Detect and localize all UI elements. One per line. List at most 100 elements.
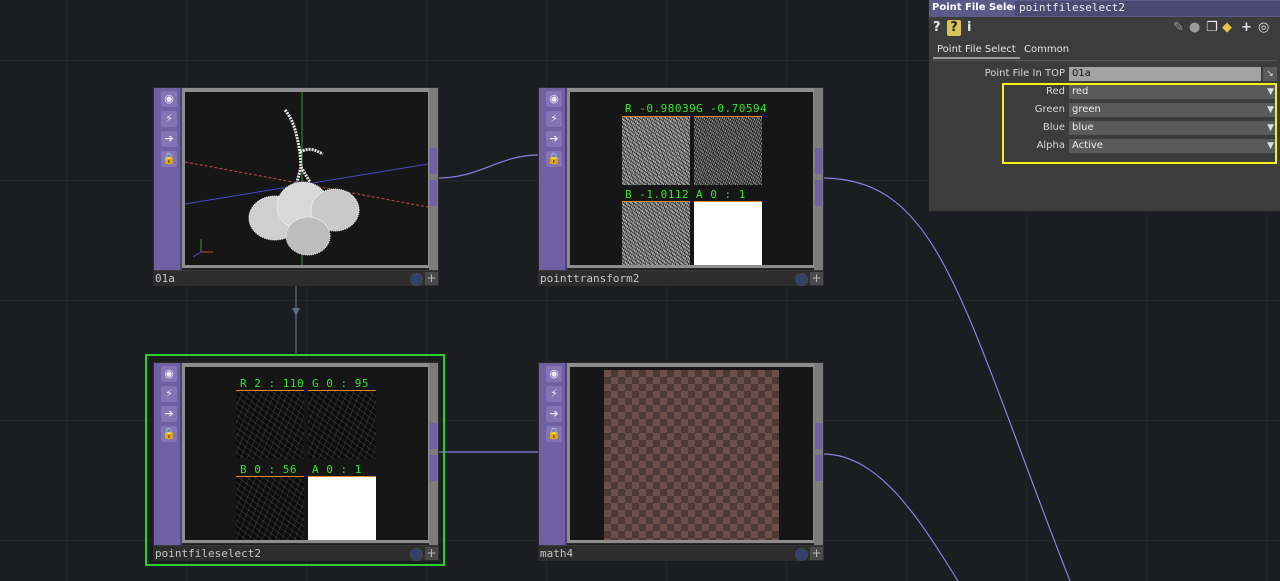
node-viewer[interactable]: ◉ ⚡ ➔ 🔒 <box>538 362 824 545</box>
channel-r-label: R -0.98039 <box>625 102 697 115</box>
node-name: 01a <box>155 272 175 285</box>
bypass-flag-icon[interactable]: ⚡ <box>161 111 177 127</box>
target-icon[interactable]: ◎ <box>1258 20 1269 36</box>
node-label-bar[interactable]: math4 + <box>538 545 824 561</box>
param-point-file-in-top: Point File In TOP 01a ↘ <box>929 66 1280 82</box>
lock-flag-icon[interactable]: 🔒 <box>161 151 177 167</box>
python-icon[interactable]: ◆ <box>1222 20 1232 36</box>
node-01a[interactable]: ◉ ⚡ ➔ 🔒 01a + <box>153 87 439 287</box>
node-flags: ◉ ⚡ ➔ 🔒 <box>154 88 182 270</box>
output-port[interactable] <box>430 148 437 174</box>
lock-flag-icon[interactable]: 🔒 <box>546 151 562 167</box>
parameter-tabs: Point File Select Common <box>929 42 1280 60</box>
node-label-bar[interactable]: pointtransform2 + <box>538 270 824 286</box>
wire-arrow <box>292 308 300 316</box>
add-icon[interactable]: + <box>425 272 438 285</box>
parameter-panel: Point File Select pointfileselect2 ? ? i… <box>928 0 1280 212</box>
viewer-toggle-icon[interactable] <box>410 548 423 561</box>
node-output-bar <box>429 88 438 270</box>
add-icon[interactable]: + <box>425 547 438 560</box>
node-math4[interactable]: ◉ ⚡ ➔ 🔒 math4 + <box>538 362 824 562</box>
output-port[interactable] <box>815 180 822 206</box>
operator-picker-icon[interactable]: ↘ <box>1263 67 1277 81</box>
tab-divider <box>933 60 1277 61</box>
channel-a-label: A 0 : 1 <box>312 463 362 476</box>
channel-a-preview <box>694 201 762 265</box>
lock-flag-icon[interactable]: 🔒 <box>546 426 562 442</box>
node-channel-preview: R 2 : 110 G 0 : 95 B 0 : 56 A 0 : 1 <box>185 367 428 540</box>
comment-icon[interactable]: ● <box>1189 20 1200 36</box>
node-viewer[interactable]: ◉ ⚡ ➔ 🔒 R -0.98039 G -0.70594 B -1.0112 … <box>538 87 824 270</box>
export-flag-icon[interactable]: ➔ <box>546 131 562 147</box>
node-viewer[interactable]: ◉ ⚡ ➔ 🔒 R 2 : 110 G 0 : 95 B 0 : 56 A 0 … <box>153 362 439 545</box>
output-port[interactable] <box>815 423 822 449</box>
export-flag-icon[interactable]: ➔ <box>161 406 177 422</box>
node-output-bar <box>814 88 823 270</box>
channel-b-label: B 0 : 56 <box>240 463 297 476</box>
viewer-toggle-icon[interactable] <box>795 548 808 561</box>
bypass-flag-icon[interactable]: ⚡ <box>546 386 562 402</box>
node-label-bar[interactable]: 01a + <box>153 270 439 286</box>
channel-b-preview <box>622 201 690 265</box>
node-output-bar <box>814 363 823 545</box>
node-output-bar <box>429 363 438 545</box>
channel-a-preview <box>308 476 376 540</box>
channel-g-preview <box>308 390 376 459</box>
tab-common[interactable]: Common <box>1024 44 1069 55</box>
viewer-active-flag-icon[interactable]: ◉ <box>161 91 177 107</box>
copy-icon[interactable]: ❐ <box>1206 20 1218 36</box>
viewer-toggle-icon[interactable] <box>795 273 808 286</box>
node-preview-3d <box>185 92 428 265</box>
channel-g-label: G -0.70594 <box>696 102 768 115</box>
help-icon[interactable]: ? <box>933 20 941 36</box>
wire-pointtransform2-out <box>823 177 1071 581</box>
viewer-toggle-icon[interactable] <box>410 273 423 286</box>
channel-b-preview <box>236 476 304 540</box>
export-flag-icon[interactable]: ➔ <box>161 131 177 147</box>
viewer-active-flag-icon[interactable]: ◉ <box>546 91 562 107</box>
param-value: 01a <box>1072 68 1091 79</box>
node-channel-preview: R -0.98039 G -0.70594 B -1.0112 A 0 : 1 <box>570 92 813 265</box>
node-label-bar[interactable]: pointfileselect2 + <box>153 545 439 561</box>
channel-b-label: B -1.0112 <box>625 188 690 201</box>
viewer-active-flag-icon[interactable]: ◉ <box>546 366 562 382</box>
operator-name-field[interactable]: pointfileselect2 <box>1015 1 1280 16</box>
panel-titlebar: Point File Select pointfileselect2 <box>929 0 1280 17</box>
yellow-highlight-box <box>1002 83 1277 164</box>
channel-r-preview <box>236 390 304 459</box>
bypass-flag-icon[interactable]: ⚡ <box>546 111 562 127</box>
node-viewer[interactable]: ◉ ⚡ ➔ 🔒 <box>153 87 439 270</box>
channel-r-preview <box>622 116 690 185</box>
output-port[interactable] <box>815 148 822 174</box>
add-icon[interactable]: + <box>810 272 823 285</box>
viewer-active-flag-icon[interactable]: ◉ <box>161 366 177 382</box>
point-file-in-top-field[interactable]: 01a <box>1069 67 1261 81</box>
node-pointtransform2[interactable]: ◉ ⚡ ➔ 🔒 R -0.98039 G -0.70594 B -1.0112 … <box>538 87 824 287</box>
node-flags: ◉ ⚡ ➔ 🔒 <box>539 88 567 270</box>
node-pointfileselect2[interactable]: ◉ ⚡ ➔ 🔒 R 2 : 110 G 0 : 95 B 0 : 56 A 0 … <box>145 354 445 566</box>
panel-toolbar: ? ? i ✎ ● ❐ ◆ + ◎ <box>929 18 1280 38</box>
edit-icon[interactable]: ✎ <box>1173 20 1184 36</box>
node-name: math4 <box>540 547 574 560</box>
node-name: pointfileselect2 <box>155 547 261 560</box>
wire-math4-out <box>823 453 959 581</box>
python-help-icon[interactable]: ? <box>947 20 961 36</box>
add-icon[interactable]: + <box>810 547 823 560</box>
export-flag-icon[interactable]: ➔ <box>546 406 562 422</box>
tab-point-file-select[interactable]: Point File Select <box>933 44 1020 59</box>
channel-g-preview <box>694 116 762 185</box>
output-port[interactable] <box>815 455 822 481</box>
wire-01a-to-pointtransform2 <box>437 154 539 179</box>
bypass-flag-icon[interactable]: ⚡ <box>161 386 177 402</box>
output-port[interactable] <box>430 423 437 449</box>
node-flags: ◉ ⚡ ➔ 🔒 <box>154 363 182 545</box>
output-port[interactable] <box>430 455 437 481</box>
add-icon[interactable]: + <box>1241 20 1252 36</box>
channel-g-label: G 0 : 95 <box>312 377 369 390</box>
lock-flag-icon[interactable]: 🔒 <box>161 426 177 442</box>
channel-r-label: R 2 : 110 <box>240 377 305 390</box>
output-port[interactable] <box>430 180 437 206</box>
info-icon[interactable]: i <box>967 20 971 36</box>
node-name: pointtransform2 <box>540 272 640 285</box>
node-flags: ◉ ⚡ ➔ 🔒 <box>539 363 567 545</box>
